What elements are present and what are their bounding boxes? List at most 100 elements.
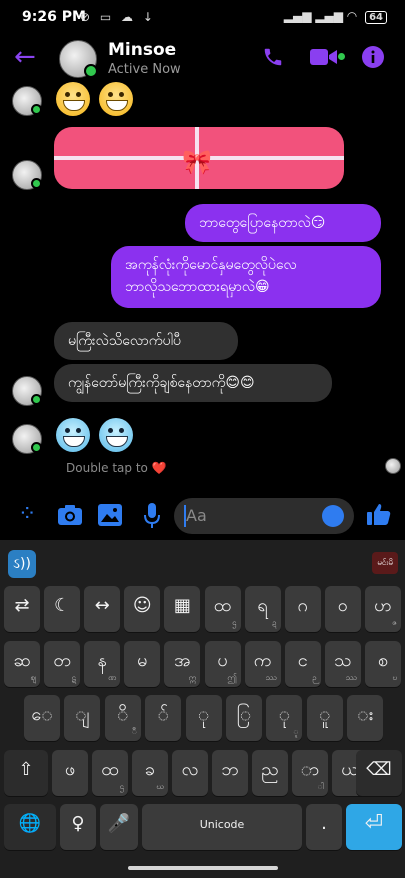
more-actions-icon[interactable]: ⁘ (18, 502, 36, 527)
key-numpad[interactable]: ▦ (164, 586, 201, 632)
thumbs-up-icon[interactable] (367, 502, 391, 526)
grinning-face-icon (56, 82, 90, 116)
key-aa[interactable]: ာါ (292, 750, 328, 796)
sender-online-dot (31, 394, 42, 405)
keyboard-brand-text: မင်းမိ (377, 558, 393, 567)
key-la[interactable]: လ (172, 750, 208, 796)
camera-icon[interactable] (58, 505, 82, 525)
key-ya-pin[interactable]: ျ (64, 695, 101, 741)
phone-call-icon[interactable] (262, 46, 284, 68)
key-sub-glyph: ဏ (108, 673, 117, 682)
contact-name[interactable]: Minsoe (108, 40, 176, 60)
outgoing-message[interactable]: အကုန်လုံးကိုမောင်နှမတွေလိုပဲလေ ဘာလိုသဘော… (111, 246, 381, 308)
grin-emoji-message[interactable] (56, 82, 134, 120)
key-nga[interactable]: ငဉ (284, 641, 321, 687)
key-backspace[interactable]: ⌫ (356, 750, 402, 796)
key-glyph: ဂ (297, 595, 308, 616)
key-glyph: န (97, 650, 107, 671)
status-time: 9:26 PM (22, 9, 86, 25)
key-space[interactable]: Unicode (142, 804, 302, 850)
key-a[interactable]: အဣ (164, 641, 201, 687)
key-cursor[interactable]: ↔ (84, 586, 121, 632)
message-input[interactable]: Aa (174, 498, 354, 534)
key-sub-glyph: ူ (293, 727, 299, 736)
key-theme[interactable]: ☾ (44, 586, 81, 632)
microphone-icon[interactable] (144, 503, 160, 529)
seen-avatar (385, 458, 401, 474)
key-period[interactable]: . (306, 804, 342, 850)
cold-face-emoji-message[interactable] (56, 418, 134, 456)
info-icon[interactable] (362, 46, 384, 68)
key-glyph: ရ (257, 595, 268, 616)
signal-icon-2: ▂▄▆ (315, 9, 343, 23)
key-hta[interactable]: ထဌ (204, 586, 241, 632)
message-text: ဘာတွေပြောနေတာလဲ😏 (199, 215, 326, 231)
key-glyph: ပ (217, 650, 228, 671)
cold-face-icon (56, 418, 90, 452)
key-glyph: ☾ (54, 595, 71, 616)
incoming-message[interactable]: ကျွန်တော်မကြီးကိုချစ်နေတာကို😊😊 (54, 364, 332, 402)
key-e[interactable]: ေ (24, 695, 60, 741)
key-glyph: ူ (319, 704, 331, 725)
key-enter[interactable]: ⏎ (346, 804, 402, 850)
home-indicator[interactable] (128, 866, 278, 870)
key-glyph: ▦ (173, 595, 191, 616)
key-u2[interactable]: ုူ (266, 695, 303, 741)
video-call-icon[interactable] (310, 48, 338, 66)
key-sub-glyph: ဉ (312, 673, 317, 682)
heart-icon: ❤️ (151, 461, 167, 475)
key-nya[interactable]: ည (252, 750, 288, 796)
key-ga[interactable]: ဂ (284, 586, 321, 632)
backspace-icon: ⌫ (366, 759, 392, 780)
key-globe[interactable]: 🌐 (4, 804, 56, 850)
key-glyph: တ (53, 650, 71, 671)
key-sub-glyph: ီ (131, 727, 137, 736)
key-ya[interactable]: ရဍ (244, 586, 281, 632)
key-glyph: ု (198, 704, 210, 725)
incoming-message[interactable]: မကြီးလဲသိလောက်ပါပီ (54, 322, 238, 360)
back-arrow-icon[interactable]: ← (14, 44, 36, 70)
key-hta2[interactable]: ထဌ (92, 750, 128, 796)
gallery-icon[interactable] (98, 504, 122, 526)
key-ta[interactable]: တဋ (44, 641, 81, 687)
key-glyph: ျ (75, 704, 90, 725)
key-ma[interactable]: မ (124, 641, 161, 687)
key-sa2[interactable]: စဎ (364, 641, 401, 687)
key-glyph: ဝ (337, 595, 348, 616)
key-pha[interactable]: ဖ (52, 750, 88, 796)
cold-face-icon (99, 418, 134, 452)
key-ka[interactable]: ကဿ (244, 641, 281, 687)
key-asat[interactable]: ် (145, 695, 182, 741)
key-voice[interactable]: 🎤 (100, 804, 138, 850)
key-bha[interactable]: ဘ (212, 750, 248, 796)
key-sub-glyph: ဃ (156, 782, 164, 791)
keyboard-brand-badge[interactable]: မင်းမိ (372, 552, 398, 574)
key-glyph: ခ (144, 759, 156, 780)
key-uu[interactable]: ူ (306, 695, 343, 741)
key-visarga[interactable]: း (347, 695, 384, 741)
key-ya-yit[interactable]: ြ (226, 695, 262, 741)
emoji-picker-icon[interactable] (322, 505, 344, 527)
keyboard-logo-icon[interactable]: ઽ)) (8, 550, 36, 578)
key-emoji[interactable]: ☺ (124, 586, 161, 632)
key-u[interactable]: ု (185, 695, 222, 741)
key-sa[interactable]: ဆဈ (4, 641, 40, 687)
double-tap-hint: Double tap to ❤️ (66, 461, 167, 475)
key-ha[interactable]: ဟဇ (364, 586, 401, 632)
key-sub-glyph: ဇ (392, 618, 397, 627)
gift-wrap-sticker[interactable]: 🎀 (54, 127, 344, 189)
key-glyph: ↔ (94, 595, 110, 616)
key-o[interactable]: ဝ (324, 586, 361, 632)
key-shift[interactable]: ⇧ (4, 750, 48, 796)
message-text: အကုန်လုံးကိုမောင်နှမတွေလိုပဲလေ (125, 257, 297, 273)
key-na[interactable]: နဏ (84, 641, 121, 687)
key-tha[interactable]: သဿ (324, 641, 361, 687)
key-i[interactable]: ိီ (104, 695, 141, 741)
key-kha[interactable]: ခဃ (132, 750, 168, 796)
key-pa[interactable]: ပဤ (204, 641, 241, 687)
key-sub-glyph: ါ (317, 782, 324, 791)
key-symbol[interactable]: ♀ (60, 804, 96, 850)
key-clipboard[interactable]: ⇄ (4, 586, 40, 632)
sender-online-dot (31, 104, 42, 115)
outgoing-message[interactable]: ဘာတွေပြောနေတာလဲ😏 (185, 204, 381, 242)
